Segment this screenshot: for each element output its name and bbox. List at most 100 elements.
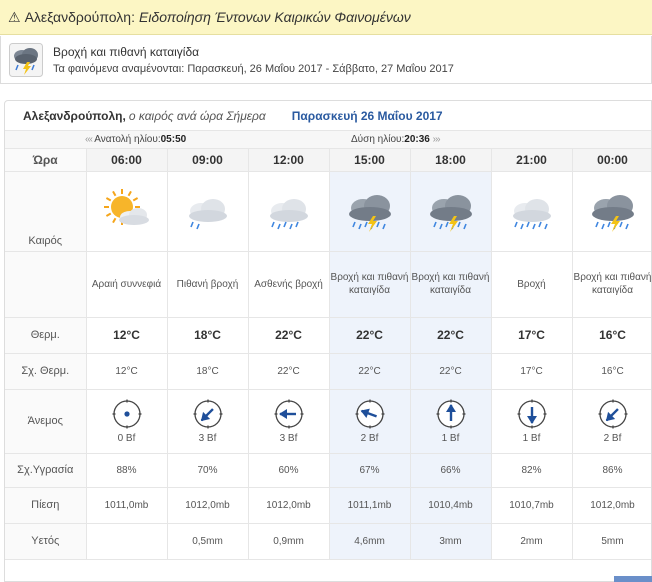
sun-times-row: ‹‹‹ Ανατολή ηλίου:05:50 Δύση ηλίου:20:36… bbox=[5, 131, 651, 149]
hour-row: Ώρα 06:00 09:00 12:00 15:00 18:00 21:00 00:00 bbox=[5, 149, 651, 172]
sunrise-time: 05:50 bbox=[160, 134, 187, 145]
weather-icon-cell bbox=[86, 171, 168, 252]
thunderstorm-icon bbox=[429, 195, 472, 232]
wind-cell: 1 Bf bbox=[410, 389, 492, 454]
hour-cell[interactable]: 18:00 bbox=[410, 149, 492, 172]
rain-value bbox=[86, 523, 168, 560]
humidity-value: 60% bbox=[248, 453, 330, 488]
thunderstorm-icon bbox=[348, 195, 391, 232]
wind-direction-icon bbox=[436, 399, 465, 428]
alert-event: Βροχή και πιθανή καταιγίδα bbox=[53, 44, 200, 59]
weather-desc: Ασθενής βροχή bbox=[248, 251, 330, 318]
pressure-value: 1011,1mb bbox=[329, 487, 411, 524]
weather-desc-row: Αραιή συννεφιά Πιθανή βροχή Ασθενής βροχή Β… bbox=[5, 251, 651, 318]
wind-cell: 3 Bf bbox=[167, 389, 249, 454]
weather-icon-cell bbox=[167, 171, 249, 252]
rain-cloud-icon bbox=[269, 199, 308, 230]
weather-desc: Βροχή bbox=[491, 251, 573, 318]
weather-icon-cell bbox=[329, 171, 411, 252]
pressure-row: Πίεση 1011,0mb 1012,0mb 1012,0mb 1011,1mb 10… bbox=[5, 487, 651, 524]
alert-period-label: Τα φαινόμενα αναμένονται: bbox=[53, 62, 185, 75]
warning-icon: ⚠ bbox=[8, 8, 21, 25]
pressure-label: Πίεση bbox=[5, 487, 87, 524]
hour-label: Ώρα bbox=[5, 149, 87, 172]
weather-desc: Βροχή και πιθανή καταιγίδα bbox=[329, 251, 411, 318]
hour-cell[interactable]: 00:00 bbox=[572, 149, 651, 172]
hour-cell[interactable]: 15:00 bbox=[329, 149, 411, 172]
humidity-value: 66% bbox=[410, 453, 492, 488]
humidity-value: 70% bbox=[167, 453, 249, 488]
wind-direction-icon bbox=[517, 399, 546, 428]
feel-value: 16°C bbox=[572, 353, 651, 390]
weather-desc: Βροχή και πιθανή καταιγίδα bbox=[572, 251, 651, 318]
wind-value: 1 Bf bbox=[441, 432, 460, 444]
rain-value: 0,5mm bbox=[167, 523, 249, 560]
horizontal-scrollbar[interactable] bbox=[614, 576, 652, 582]
temp-row: Θερμ. 12°C 18°C 22°C 22°C 22°C 17°C 16°C bbox=[5, 317, 651, 354]
temp-value: 22°C bbox=[248, 317, 330, 354]
wind-direction-icon bbox=[193, 399, 222, 428]
pressure-value: 1010,4mb bbox=[410, 487, 492, 524]
light-rain-cloud-icon bbox=[188, 199, 227, 230]
sunset-time: 20:36 bbox=[404, 134, 430, 145]
alert-title: Ειδοποίηση Έντονων Καιρικών Φαινομένων bbox=[138, 9, 411, 25]
wind-cell: 2 Bf bbox=[329, 389, 411, 454]
alert-details[interactable]: Βροχή και πιθανή καταιγίδα Τα φαινόμενα … bbox=[0, 36, 652, 84]
wind-value: 3 Bf bbox=[279, 432, 298, 444]
hour-cell[interactable]: 09:00 bbox=[167, 149, 249, 172]
wind-direction-icon bbox=[355, 399, 384, 428]
weather-icon-cell bbox=[248, 171, 330, 252]
weather-icon-cell bbox=[572, 171, 651, 252]
prev-arrows-icon[interactable]: ‹‹‹ bbox=[85, 134, 93, 145]
next-arrows-icon[interactable]: ››› bbox=[433, 134, 441, 145]
sunrise-label: Ανατολή ηλίου: bbox=[94, 134, 161, 145]
weather-label: Καιρός bbox=[5, 171, 87, 252]
wind-cell: 1 Bf bbox=[491, 389, 573, 454]
wind-direction-icon bbox=[112, 399, 141, 428]
humidity-row: Σχ.Υγρασία 88% 70% 60% 67% 66% 82% 86% bbox=[5, 453, 651, 488]
alert-city: Αλεξανδρούπολη: bbox=[24, 9, 135, 25]
alert-period: Παρασκευή, 26 Μαΐου 2017 - Σάββατο, 27 Μ… bbox=[187, 62, 454, 75]
feel-value: 22°C bbox=[410, 353, 492, 390]
wind-cell: 0 Bf bbox=[86, 389, 168, 454]
rain-label: Υετός bbox=[5, 523, 87, 560]
feel-value: 12°C bbox=[86, 353, 168, 390]
feel-value: 22°C bbox=[248, 353, 330, 390]
weather-icon-row: Καιρός bbox=[5, 171, 651, 252]
pressure-value: 1010,7mb bbox=[491, 487, 573, 524]
wind-value: 3 Bf bbox=[198, 432, 217, 444]
hour-cell[interactable]: 06:00 bbox=[86, 149, 168, 172]
rain-value: 3mm bbox=[410, 523, 492, 560]
sunrise: ‹‹‹ Ανατολή ηλίου:05:50 bbox=[85, 134, 186, 145]
storm-alert-icon bbox=[9, 42, 43, 77]
forecast-header: Αλεξανδρούπολη, ο καιρός ανά ώρα Σήμερα … bbox=[5, 101, 651, 131]
wind-row: Άνεμος 0 Bf 3 Bf 3 Bf 2 Bf 1 Bf 1 Bf 2 Bf bbox=[5, 389, 651, 454]
humidity-label: Σχ.Υγρασία bbox=[5, 453, 87, 488]
hourly-forecast-panel: Αλεξανδρούπολη, ο καιρός ανά ώρα Σήμερα … bbox=[4, 100, 652, 582]
alert-header: ⚠ Αλεξανδρούπολη: Ειδοποίηση Έντονων Και… bbox=[0, 0, 652, 35]
sunset: Δύση ηλίου:20:36 ››› bbox=[351, 134, 441, 145]
feel-label: Σχ. Θερμ. bbox=[5, 353, 87, 390]
temp-value: 17°C bbox=[491, 317, 573, 354]
partly-cloudy-sun-icon bbox=[103, 189, 149, 225]
hour-cell[interactable]: 21:00 bbox=[491, 149, 573, 172]
temp-value: 22°C bbox=[329, 317, 411, 354]
weather-desc: Αραιή συννεφιά bbox=[86, 251, 168, 318]
wind-label: Άνεμος bbox=[5, 389, 87, 454]
rain-value: 5mm bbox=[572, 523, 651, 560]
temp-label: Θερμ. bbox=[5, 317, 87, 354]
forecast-city: Αλεξανδρούπολη, bbox=[23, 108, 126, 123]
weather-icon-cell bbox=[410, 171, 492, 252]
temp-value: 18°C bbox=[167, 317, 249, 354]
wind-value: 0 Bf bbox=[117, 432, 136, 444]
pressure-value: 1011,0mb bbox=[86, 487, 168, 524]
feel-value: 22°C bbox=[329, 353, 411, 390]
temp-value: 22°C bbox=[410, 317, 492, 354]
humidity-value: 67% bbox=[329, 453, 411, 488]
temp-value: 16°C bbox=[572, 317, 651, 354]
forecast-subtitle: ο καιρός ανά ώρα Σήμερα bbox=[128, 108, 266, 123]
forecast-date[interactable]: Παρασκευή 26 Μαΐου 2017 bbox=[292, 109, 443, 123]
weather-desc: Βροχή και πιθανή καταιγίδα bbox=[410, 251, 492, 318]
temp-value: 12°C bbox=[86, 317, 168, 354]
hour-cell[interactable]: 12:00 bbox=[248, 149, 330, 172]
